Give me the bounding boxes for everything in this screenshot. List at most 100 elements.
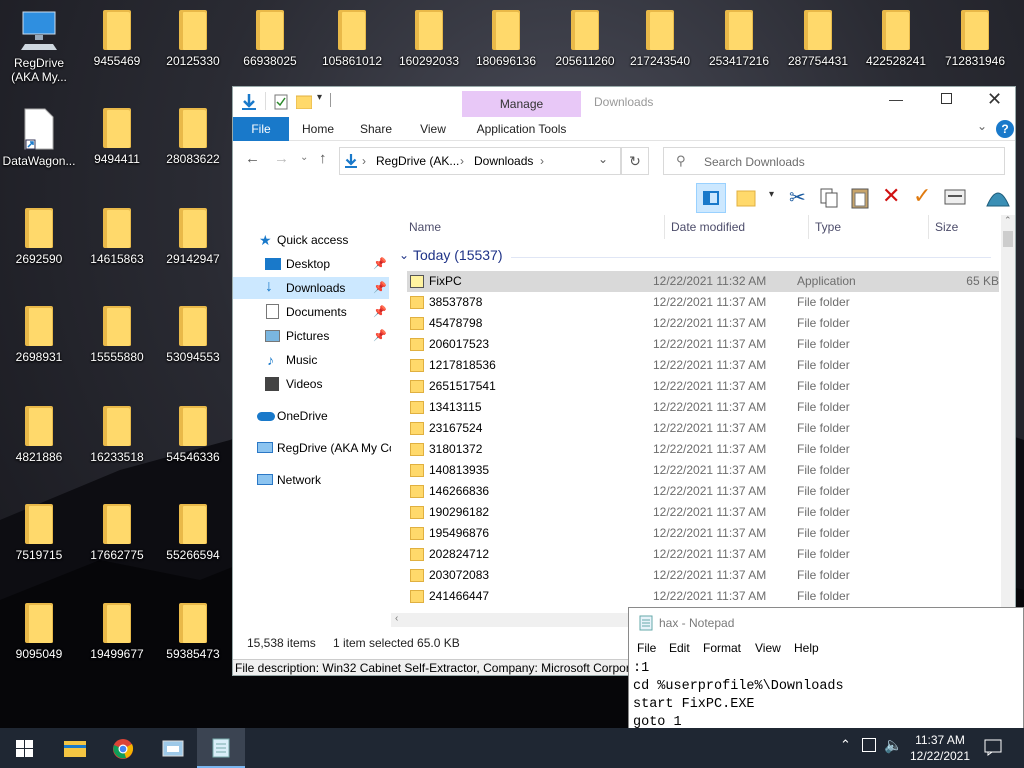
desktop-icon-folder[interactable]: 7519715 (0, 504, 78, 562)
properties-icon[interactable] (273, 94, 289, 110)
file-row[interactable]: 13413115 12/22/2021 11:37 AM File folder (407, 397, 999, 418)
copy-icon[interactable] (819, 187, 839, 209)
desktop-icon-folder[interactable]: 29142947 (154, 208, 232, 266)
desktop-icon-folder[interactable]: 160292033 (390, 10, 468, 68)
shell-icon[interactable] (985, 186, 1011, 210)
desktop-icon-folder[interactable]: 253417216 (700, 10, 778, 68)
file-row[interactable]: 23167524 12/22/2021 11:37 AM File folder (407, 418, 999, 439)
breadcrumb-downloads[interactable]: Downloads (474, 154, 533, 168)
close-button[interactable]: ✕ (987, 89, 1002, 110)
tab-share[interactable]: Share (351, 117, 401, 141)
menu-file[interactable]: File (637, 638, 656, 658)
desktop-icon-folder[interactable]: 28083622 (154, 108, 232, 166)
file-row[interactable]: 140813935 12/22/2021 11:37 AM File folder (407, 460, 999, 481)
nav-downloads[interactable]: ↓ Downloads 📌 (233, 277, 389, 299)
tab-file[interactable]: File (233, 117, 289, 141)
desktop-icon-folder[interactable]: 2692590 (0, 208, 78, 266)
menu-format[interactable]: Format (703, 638, 741, 658)
scroll-left-icon[interactable]: ‹ (395, 613, 398, 624)
desktop-icon-folder[interactable]: 20125330 (154, 10, 232, 68)
layout-dropdown-icon[interactable]: ▾ (769, 189, 774, 200)
taskbar-control-panel[interactable] (148, 728, 196, 768)
recent-locations-icon[interactable]: ⌄ (300, 152, 308, 163)
desktop-icon-folder[interactable]: 2698931 (0, 306, 78, 364)
file-row[interactable]: 45478798 12/22/2021 11:37 AM File folder (407, 313, 999, 334)
desktop-icon-folder[interactable]: 712831946 (936, 10, 1014, 68)
column-name[interactable]: Name (409, 215, 665, 239)
nav-onedrive[interactable]: OneDrive (233, 405, 389, 427)
desktop-icon-folder[interactable]: 54546336 (154, 406, 232, 464)
forward-arrow-icon[interactable]: → (274, 150, 289, 167)
ribbon-expand-icon[interactable]: ⌄ (977, 119, 987, 133)
file-row[interactable]: 190296182 12/22/2021 11:37 AM File folder (407, 502, 999, 523)
scroll-thumb[interactable] (1003, 231, 1013, 247)
folder-options-icon[interactable] (736, 188, 758, 208)
nav-desktop[interactable]: Desktop 📌 (233, 253, 389, 275)
address-bar[interactable]: › RegDrive (AK... › Downloads › ⌄ (339, 147, 621, 175)
desktop-icon-folder[interactable]: 180696136 (467, 10, 545, 68)
breadcrumb-regdrive[interactable]: RegDrive (AK... (376, 154, 459, 168)
refresh-icon[interactable]: ↻ (621, 147, 649, 175)
file-row[interactable]: 195496876 12/22/2021 11:37 AM File folder (407, 523, 999, 544)
start-button[interactable] (0, 728, 48, 768)
desktop-icon-folder[interactable]: 66938025 (231, 10, 309, 68)
file-row[interactable]: 203072083 12/22/2021 11:37 AM File folder (407, 565, 999, 586)
desktop-icon-folder[interactable]: 9494411 (78, 108, 156, 166)
manage-contextual-tab[interactable]: Manage (462, 91, 581, 117)
desktop-icon-folder[interactable]: 287754431 (779, 10, 857, 68)
nav-music[interactable]: ♪ Music (233, 349, 389, 371)
desktop-icon-folder[interactable]: 53094553 (154, 306, 232, 364)
column-size[interactable]: Size (935, 215, 999, 239)
tab-home[interactable]: Home (293, 117, 343, 141)
help-icon[interactable]: ? (996, 120, 1014, 138)
column-date-modified[interactable]: Date modified (671, 215, 809, 239)
nav-pictures[interactable]: Pictures 📌 (233, 325, 389, 347)
show-hidden-icons-icon[interactable]: ⌃ (840, 737, 851, 753)
tab-application-tools[interactable]: Application Tools (462, 117, 581, 141)
notepad-text-area[interactable]: :1 cd %userprofile%\Downloads start FixPC.… (633, 660, 1023, 729)
file-row[interactable]: FixPC 12/22/2021 11:32 AM Application 65 KB (407, 271, 999, 292)
paste-icon[interactable] (850, 186, 870, 209)
download-arrow-icon[interactable] (239, 92, 259, 112)
file-row[interactable]: 241466447 12/22/2021 11:37 AM File folder (407, 586, 999, 605)
file-row[interactable]: 206017523 12/22/2021 11:37 AM File folder (407, 334, 999, 355)
desktop-icon-folder[interactable]: 17662775 (78, 504, 156, 562)
desktop-icon-folder[interactable]: 217243540 (621, 10, 699, 68)
nav-quick-access[interactable]: ★ Quick access (233, 229, 389, 251)
nav-network[interactable]: Network (233, 469, 389, 491)
file-row[interactable]: 2651517541 12/22/2021 11:37 AM File folder (407, 376, 999, 397)
nav-videos[interactable]: Videos (233, 373, 389, 395)
delete-icon[interactable]: ✕ (882, 183, 900, 209)
desktop-icon-folder[interactable]: 205611260 (546, 10, 624, 68)
up-arrow-icon[interactable]: ↑ (319, 150, 327, 167)
desktop-icon-folder[interactable]: 59385473 (154, 603, 232, 661)
desktop-icon-folder[interactable]: 422528241 (857, 10, 935, 68)
minimize-button[interactable]: — (889, 91, 903, 107)
vertical-scrollbar[interactable]: ⌃ (1001, 215, 1015, 611)
file-row[interactable]: 202824712 12/22/2021 11:37 AM File folder (407, 544, 999, 565)
group-collapse-icon[interactable]: ⌄ (399, 248, 409, 262)
taskbar-chrome[interactable] (98, 728, 146, 768)
nav-regdrive[interactable]: RegDrive (AKA My Co (233, 437, 396, 459)
tab-view[interactable]: View (408, 117, 458, 141)
desktop-icon-computer[interactable]: RegDrive (AKA My... (0, 10, 78, 84)
taskbar-file-explorer[interactable] (50, 728, 98, 768)
file-row[interactable]: 146266836 12/22/2021 11:37 AM File folder (407, 481, 999, 502)
desktop-icon-folder[interactable]: 19499677 (78, 603, 156, 661)
horizontal-scrollbar[interactable]: ‹ (391, 613, 631, 627)
network-status-icon[interactable] (862, 738, 876, 752)
file-row[interactable]: 31801372 12/22/2021 11:37 AM File folder (407, 439, 999, 460)
menu-view[interactable]: View (755, 638, 781, 658)
taskbar-notepad[interactable] (197, 728, 245, 768)
rename-check-icon[interactable]: ✓ (913, 183, 931, 209)
maximize-button[interactable] (941, 93, 952, 104)
new-folder-icon[interactable] (296, 95, 312, 109)
desktop-icon-file[interactable]: DataWagon... (0, 108, 78, 168)
file-row[interactable]: 38537878 12/22/2021 11:37 AM File folder (407, 292, 999, 313)
desktop-icon-folder[interactable]: 14615863 (78, 208, 156, 266)
quick-access-toolbar-dropdown-icon[interactable]: ▾ (317, 92, 322, 103)
desktop-icon-folder[interactable]: 105861012 (313, 10, 391, 68)
back-arrow-icon[interactable]: ← (245, 150, 260, 167)
group-header-today[interactable]: Today (15537) (413, 247, 503, 263)
nav-documents[interactable]: Documents 📌 (233, 301, 389, 323)
